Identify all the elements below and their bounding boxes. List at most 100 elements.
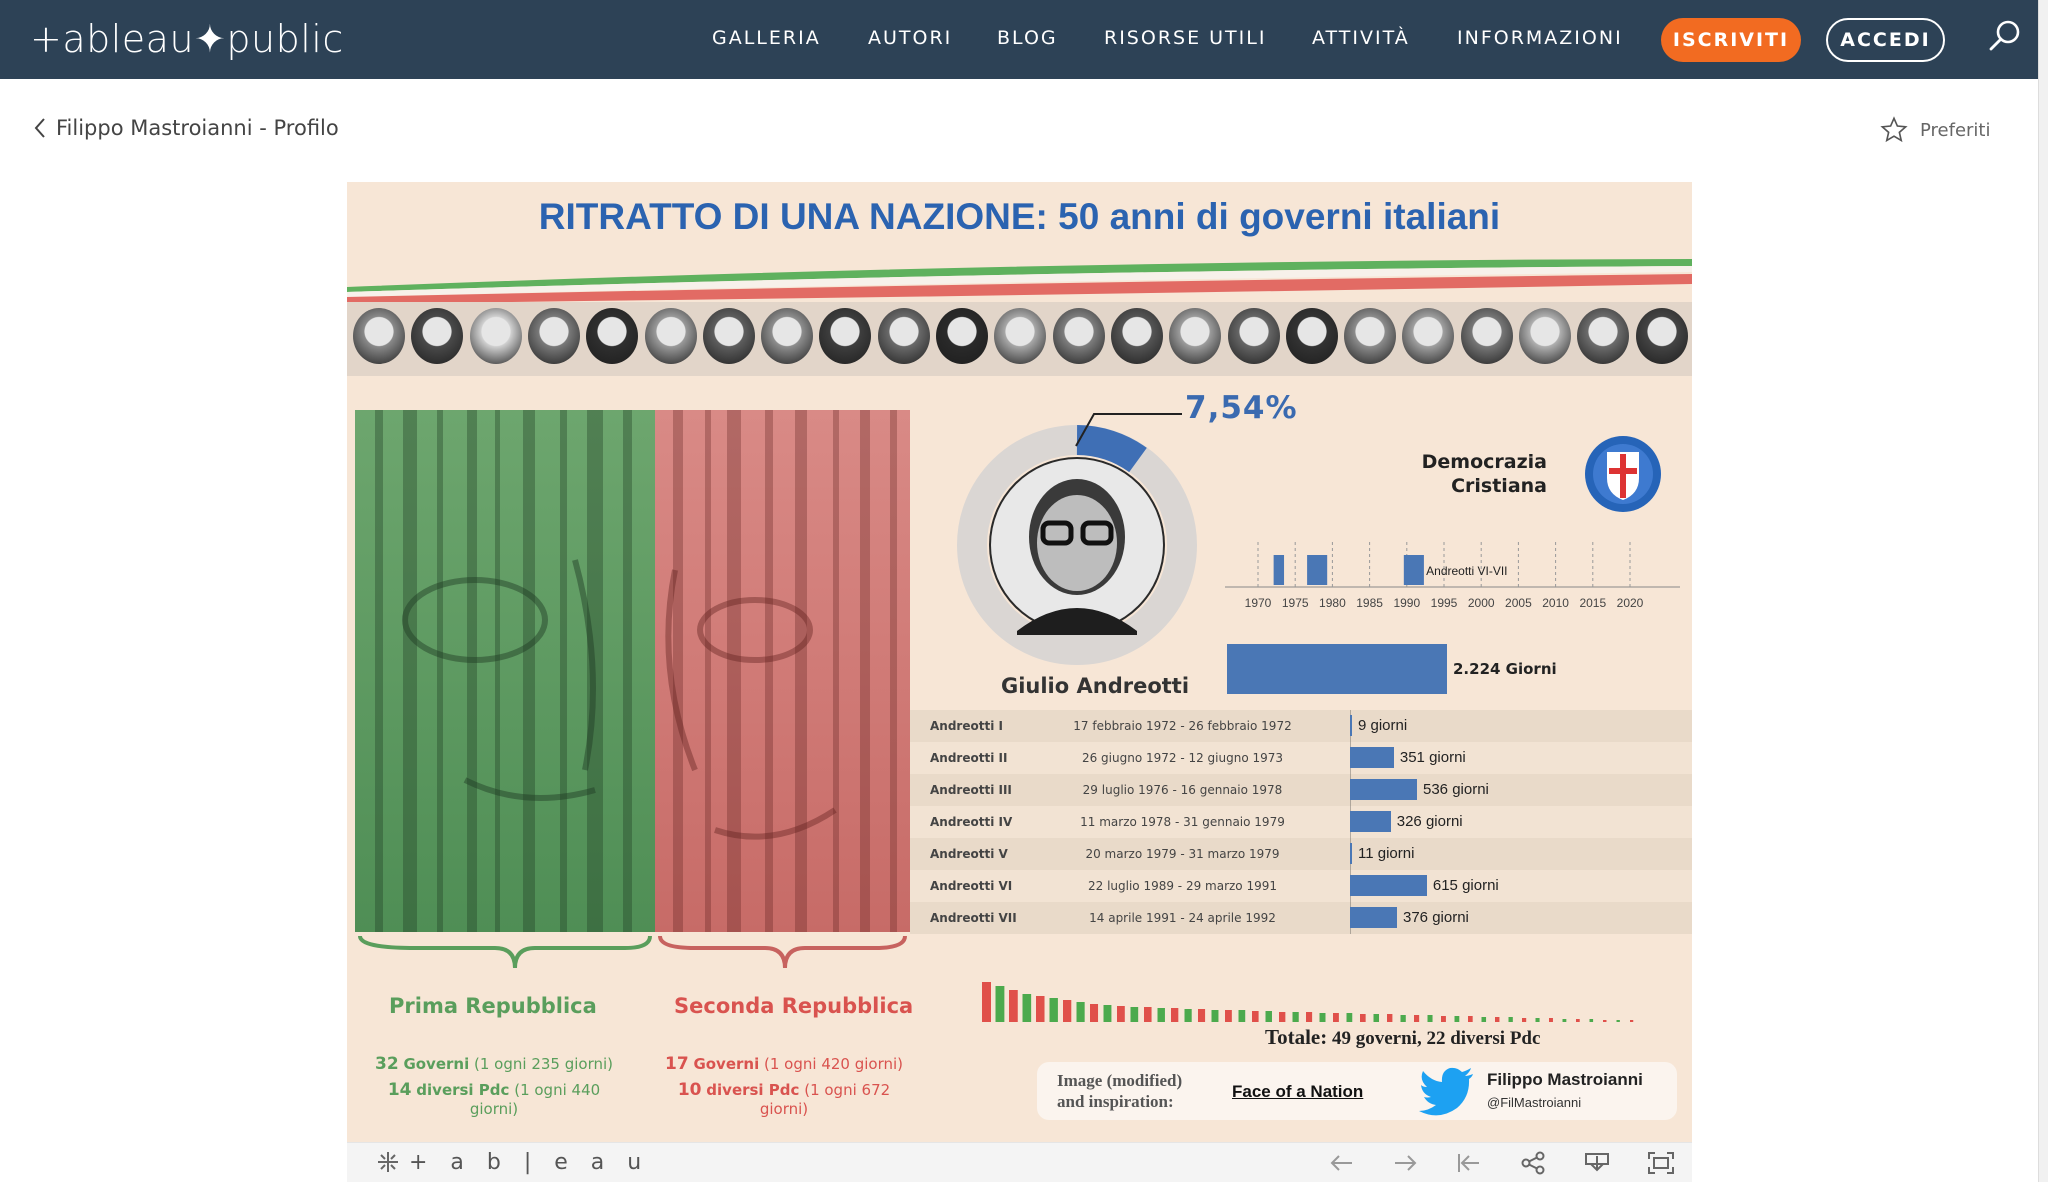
prime-minister-portrait[interactable] <box>994 308 1047 364</box>
tableau-visualization[interactable]: RITRATTO DI UNA NAZIONE: 50 anni di gove… <box>347 182 1692 1142</box>
face-of-a-nation-link[interactable]: Face of a Nation <box>1232 1082 1363 1102</box>
prime-minister-portrait[interactable] <box>1169 308 1222 364</box>
nav-autori[interactable]: AUTORI <box>868 27 952 49</box>
prime-minister-portrait[interactable] <box>877 308 930 364</box>
timeline-tick-label: 2015 <box>1579 596 1606 610</box>
chevron-left-icon <box>34 118 45 138</box>
timeline-tick-label: 1990 <box>1393 596 1420 610</box>
government-duration-bar <box>1346 1013 1353 1022</box>
government-duration-bar <box>1279 1012 1286 1022</box>
prime-minister-portrait[interactable] <box>527 308 580 364</box>
seconda-repubblica-title: Seconda Repubblica <box>674 994 914 1018</box>
government-duration-bar <box>1144 1007 1152 1022</box>
government-row[interactable]: Andreotti V 20 marzo 1979 - 31 marzo 1979… <box>910 838 1692 870</box>
government-row[interactable]: Andreotti II 26 giugno 1972 - 12 giugno 1… <box>910 742 1692 774</box>
government-duration-bar <box>1454 1016 1460 1022</box>
prime-minister-portrait[interactable] <box>586 308 639 364</box>
democrazia-cristiana-shield-logo <box>1585 436 1661 512</box>
government-duration-bar <box>1198 1009 1206 1022</box>
government-duration-bar <box>1009 990 1018 1022</box>
government-name: Andreotti II <box>930 751 1008 765</box>
tableau-logo[interactable]: + a b | e a u <box>375 1149 649 1175</box>
government-days-label: 376 giorni <box>1403 909 1469 926</box>
prime-minister-portrait[interactable] <box>1227 308 1280 364</box>
prime-minister-portrait[interactable] <box>469 308 522 364</box>
government-duration-bar <box>1130 1007 1139 1022</box>
favorite-button[interactable]: Preferiti <box>1880 116 1991 144</box>
government-duration-bar <box>982 982 991 1022</box>
prime-minister-portrait[interactable] <box>761 308 814 364</box>
prime-minister-portrait[interactable] <box>819 308 872 364</box>
total-days-bar <box>1227 644 1447 694</box>
prime-minister-portrait[interactable] <box>1460 308 1513 364</box>
nav-galleria[interactable]: GALLERIA <box>712 27 821 49</box>
timeline-tick-label: 2000 <box>1468 596 1495 610</box>
government-duration-bar <box>1387 1014 1393 1022</box>
government-dates: 22 luglio 1989 - 29 marzo 1991 <box>1087 879 1278 893</box>
timeline-tick-label: 2010 <box>1542 596 1569 610</box>
timeline-chart: 1970 1975 1980 1985 1990 1995 2000 2005 2010 2015… <box>1225 542 1680 610</box>
government-days-bar <box>1350 715 1352 736</box>
government-duration-bar <box>1076 1002 1085 1022</box>
page-scrollbar[interactable] <box>2038 0 2048 1182</box>
prime-minister-portrait[interactable] <box>1635 308 1688 364</box>
government-row[interactable]: Andreotti VI 22 luglio 1989 - 29 marzo 19… <box>910 870 1692 902</box>
nav-blog[interactable]: BLOG <box>997 27 1058 49</box>
twitter-bird-icon[interactable] <box>1419 1066 1475 1118</box>
timeline-tick-label: 2005 <box>1505 596 1532 610</box>
timeline-tenure-block <box>1403 555 1424 585</box>
government-table: Andreotti I 17 febbraio 1972 - 26 febbrai… <box>910 710 1692 934</box>
prime-minister-portrait[interactable] <box>411 308 464 364</box>
prime-minister-portrait[interactable] <box>353 308 405 364</box>
prime-minister-portrait[interactable] <box>1519 308 1571 364</box>
nav-informazioni[interactable]: INFORMAZIONI <box>1457 27 1623 49</box>
prime-minister-portrait[interactable] <box>1110 308 1163 364</box>
government-duration-bar <box>1090 1004 1099 1022</box>
prime-minister-portrait[interactable] <box>1052 308 1105 364</box>
signup-button[interactable]: ISCRIVITI <box>1661 18 1801 62</box>
prime-minister-portrait[interactable] <box>1402 308 1455 364</box>
government-dates: 14 aprile 1991 - 24 aprile 1992 <box>1089 911 1276 925</box>
timeline-tick-label: 1995 <box>1431 596 1458 610</box>
credits-box: Image (modified) and inspiration: Face of… <box>1037 1062 1677 1120</box>
government-dates: 29 luglio 1976 - 16 gennaio 1978 <box>1082 783 1283 797</box>
fullscreen-icon[interactable] <box>1647 1151 1675 1175</box>
government-duration-bar <box>1157 1008 1165 1022</box>
prime-minister-portrait[interactable] <box>1344 308 1397 364</box>
undo-icon[interactable] <box>1328 1151 1356 1175</box>
share-icon[interactable] <box>1519 1151 1547 1175</box>
government-duration-bar <box>1184 1009 1192 1022</box>
tableau-toolbar: + a b | e a u <box>347 1142 1692 1182</box>
all-governments-bar-strip <box>982 982 1634 1022</box>
tableau-wordmark: + a b | e a u <box>409 1149 650 1175</box>
login-button[interactable]: ACCEDI <box>1826 18 1945 62</box>
redo-icon[interactable] <box>1391 1151 1419 1175</box>
government-duration-bar <box>1535 1018 1540 1022</box>
prime-minister-portrait[interactable] <box>936 308 988 364</box>
government-days-bar <box>1350 811 1391 832</box>
government-row[interactable]: Andreotti VII 14 aprile 1991 - 24 aprile … <box>910 902 1692 934</box>
prime-minister-portrait[interactable] <box>1285 308 1338 364</box>
nav-attivita[interactable]: ATTIVITÀ <box>1312 27 1410 49</box>
author-handle[interactable]: @FilMastroianni <box>1487 1095 1581 1110</box>
revert-icon[interactable] <box>1455 1151 1483 1175</box>
back-to-profile-link[interactable]: Filippo Mastroianni - Profilo <box>34 116 339 140</box>
search-icon[interactable] <box>1987 18 2023 54</box>
government-row[interactable]: Andreotti III 29 luglio 1976 - 16 gennaio… <box>910 774 1692 806</box>
prime-minister-portrait[interactable] <box>702 308 755 364</box>
tenure-percent: 7,54% <box>1185 390 1298 426</box>
government-duration-bar <box>1549 1018 1553 1022</box>
prima-repubblica-title: Prima Repubblica <box>389 994 597 1018</box>
prime-minister-portrait[interactable] <box>644 308 697 364</box>
government-duration-bar <box>1225 1010 1232 1022</box>
government-row[interactable]: Andreotti I 17 febbraio 1972 - 26 febbrai… <box>910 710 1692 742</box>
government-duration-bar <box>1063 1000 1072 1022</box>
government-row[interactable]: Andreotti IV 11 marzo 1978 - 31 gennaio 1… <box>910 806 1692 838</box>
top-navigation: +ableau✦public GALLERIA AUTORI BLOG RISO… <box>0 0 2038 79</box>
tenure-donut-chart <box>957 425 1197 665</box>
download-icon[interactable] <box>1583 1151 1611 1175</box>
tableau-public-logo[interactable]: +ableau✦public <box>30 17 344 61</box>
prime-minister-portrait[interactable] <box>1577 308 1630 364</box>
nav-risorse-utili[interactable]: RISORSE UTILI <box>1104 27 1266 49</box>
split-portrait-image <box>355 410 910 932</box>
